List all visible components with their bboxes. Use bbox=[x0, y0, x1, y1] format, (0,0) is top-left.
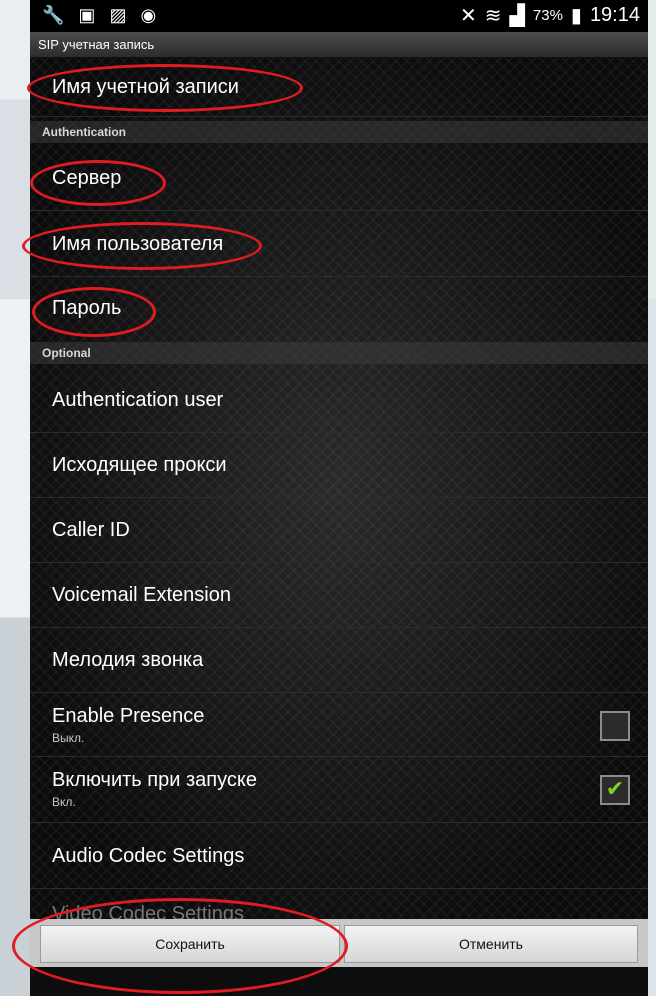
section-header-optional: Optional bbox=[30, 342, 648, 364]
list-item-label: Исходящее прокси bbox=[52, 454, 227, 476]
list-item-server[interactable]: Сервер bbox=[30, 145, 648, 211]
signal-icon: ▟ bbox=[509, 5, 525, 27]
list-item-username[interactable]: Имя пользователя bbox=[30, 211, 648, 277]
section-header-authentication: Authentication bbox=[30, 121, 648, 143]
list-item-audio-codec-settings[interactable]: Audio Codec Settings bbox=[30, 823, 648, 889]
list-item-label: Enable Presence bbox=[52, 705, 205, 727]
list-item-summary: Вкл. bbox=[52, 795, 76, 809]
status-icons-left: 🔧 ▣ ▨ ◉ bbox=[42, 5, 156, 26]
list-item-voicemail-extension[interactable]: Voicemail Extension bbox=[30, 563, 648, 628]
enable-presence-checkbox[interactable] bbox=[600, 711, 630, 741]
no-sim-icon: ▣ bbox=[78, 5, 96, 25]
settings-list[interactable]: Имя учетной записи Authentication Сервер… bbox=[30, 57, 648, 919]
phone-screen: 🔧 ▣ ▨ ◉ ✕ ≋ ▟ 73% ▮ 19:14 SIP учетная за… bbox=[30, 0, 648, 996]
cancel-button[interactable]: Отменить bbox=[344, 925, 638, 963]
list-item-label: Сервер bbox=[52, 167, 122, 189]
list-item-ringtone[interactable]: Мелодия звонка bbox=[30, 628, 648, 693]
list-item-enable-presence[interactable]: Enable Presence Выкл. bbox=[30, 693, 648, 757]
list-item-outbound-proxy[interactable]: Исходящее прокси bbox=[30, 433, 648, 498]
checkmark-icon: ✔ bbox=[605, 776, 625, 801]
list-item-label: Имя учетной записи bbox=[52, 76, 239, 98]
battery-percent: 73% bbox=[532, 7, 563, 24]
wrench-icon: 🔧 bbox=[42, 5, 65, 25]
mute-icon: ✕ bbox=[459, 5, 477, 27]
list-item-label: Включить при запуске bbox=[52, 769, 257, 791]
battery-icon: ▮ bbox=[570, 5, 582, 27]
list-item-label: Caller ID bbox=[52, 519, 130, 541]
status-icons-right: ✕ ≋ ▟ 73% ▮ 19:14 bbox=[460, 3, 640, 28]
list-item-authentication-user[interactable]: Authentication user bbox=[30, 367, 648, 433]
list-item-caller-id[interactable]: Caller ID bbox=[30, 498, 648, 563]
list-item-label: Имя пользователя bbox=[52, 233, 224, 255]
save-button[interactable]: Сохранить bbox=[40, 925, 340, 963]
list-item-label: Voicemail Extension bbox=[52, 584, 231, 606]
list-item-label: Пароль bbox=[52, 297, 122, 319]
list-item-enable-on-startup[interactable]: Включить при запуске Вкл. ✔ bbox=[30, 757, 648, 823]
list-item-account-name[interactable]: Имя учетной записи bbox=[30, 57, 648, 117]
list-item-label: Authentication user bbox=[52, 389, 224, 411]
list-item-label: Мелодия звонка bbox=[52, 649, 204, 671]
image-icon: ▨ bbox=[109, 5, 127, 25]
list-item-label: Audio Codec Settings bbox=[52, 845, 245, 867]
clock: 19:14 bbox=[589, 4, 640, 26]
list-item-password[interactable]: Пароль bbox=[30, 277, 648, 340]
wifi-icon: ≋ bbox=[484, 5, 502, 27]
list-item-video-codec-settings[interactable]: Video Codec Settings bbox=[30, 889, 648, 919]
shield-icon: ◉ bbox=[140, 5, 157, 25]
window-title: SIP учетная запись bbox=[30, 32, 648, 57]
enable-on-startup-checkbox[interactable]: ✔ bbox=[600, 775, 630, 805]
button-bar: Сохранить Отменить bbox=[30, 919, 648, 967]
list-item-label: Video Codec Settings bbox=[52, 903, 244, 919]
status-bar: 🔧 ▣ ▨ ◉ ✕ ≋ ▟ 73% ▮ 19:14 bbox=[30, 0, 648, 32]
list-item-summary: Выкл. bbox=[52, 731, 85, 745]
